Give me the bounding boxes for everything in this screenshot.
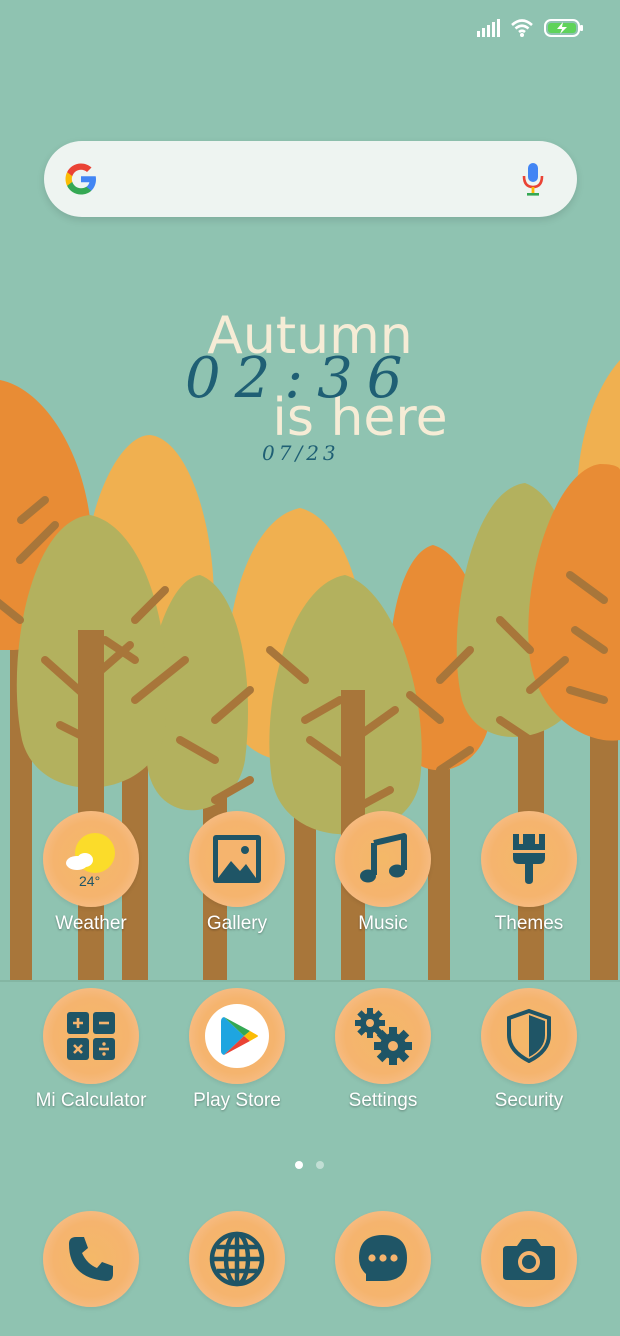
dock-browser[interactable]	[167, 1211, 307, 1307]
app-themes[interactable]: Themes	[459, 811, 599, 935]
dock-phone[interactable]	[21, 1211, 161, 1307]
google-logo-icon	[65, 163, 96, 195]
app-settings[interactable]: Settings	[313, 988, 453, 1112]
app-security[interactable]: Security	[459, 988, 599, 1112]
app-label: Mi Calculator	[35, 1090, 147, 1111]
page-dot[interactable]	[316, 1161, 324, 1169]
dock-camera[interactable]	[459, 1211, 599, 1307]
page-dot-active[interactable]	[295, 1161, 303, 1169]
calculator-icon	[67, 1012, 115, 1060]
message-icon	[359, 1235, 407, 1281]
app-label: Themes	[494, 913, 564, 934]
app-label: Settings	[348, 1090, 418, 1111]
app-label: Weather	[55, 913, 127, 934]
app-play-store[interactable]: Play Store	[167, 988, 307, 1112]
paintbrush-icon	[513, 834, 545, 884]
wifi-icon	[511, 19, 533, 37]
app-label: Music	[358, 913, 408, 934]
app-gallery[interactable]: Gallery	[167, 811, 307, 935]
status-bar	[476, 14, 584, 42]
play-store-icon	[205, 1004, 269, 1068]
signal-icon	[477, 19, 500, 37]
clock-date: 07/23	[262, 441, 340, 465]
battery-charging-icon	[544, 19, 583, 37]
gears-icon	[355, 1008, 412, 1065]
clock-time: 02:36	[185, 346, 417, 411]
weather-temperature: 24°	[79, 873, 101, 889]
page-indicator[interactable]	[295, 1161, 324, 1169]
app-music[interactable]: Music	[313, 811, 453, 935]
globe-icon	[209, 1231, 265, 1287]
app-label: Play Store	[193, 1090, 281, 1111]
dock-messages[interactable]	[313, 1211, 453, 1307]
shield-icon	[507, 1009, 551, 1063]
phone-icon	[69, 1237, 113, 1281]
app-weather[interactable]: 24° Weather	[21, 811, 161, 935]
gallery-image-icon	[213, 835, 261, 883]
microphone-icon[interactable]	[519, 161, 547, 197]
app-label: Security	[494, 1090, 564, 1111]
app-label: Gallery	[206, 913, 268, 934]
google-search-bar[interactable]	[44, 141, 577, 217]
app-mi-calculator[interactable]: Mi Calculator	[21, 988, 161, 1112]
camera-icon	[503, 1239, 555, 1280]
music-note-icon	[360, 833, 407, 883]
